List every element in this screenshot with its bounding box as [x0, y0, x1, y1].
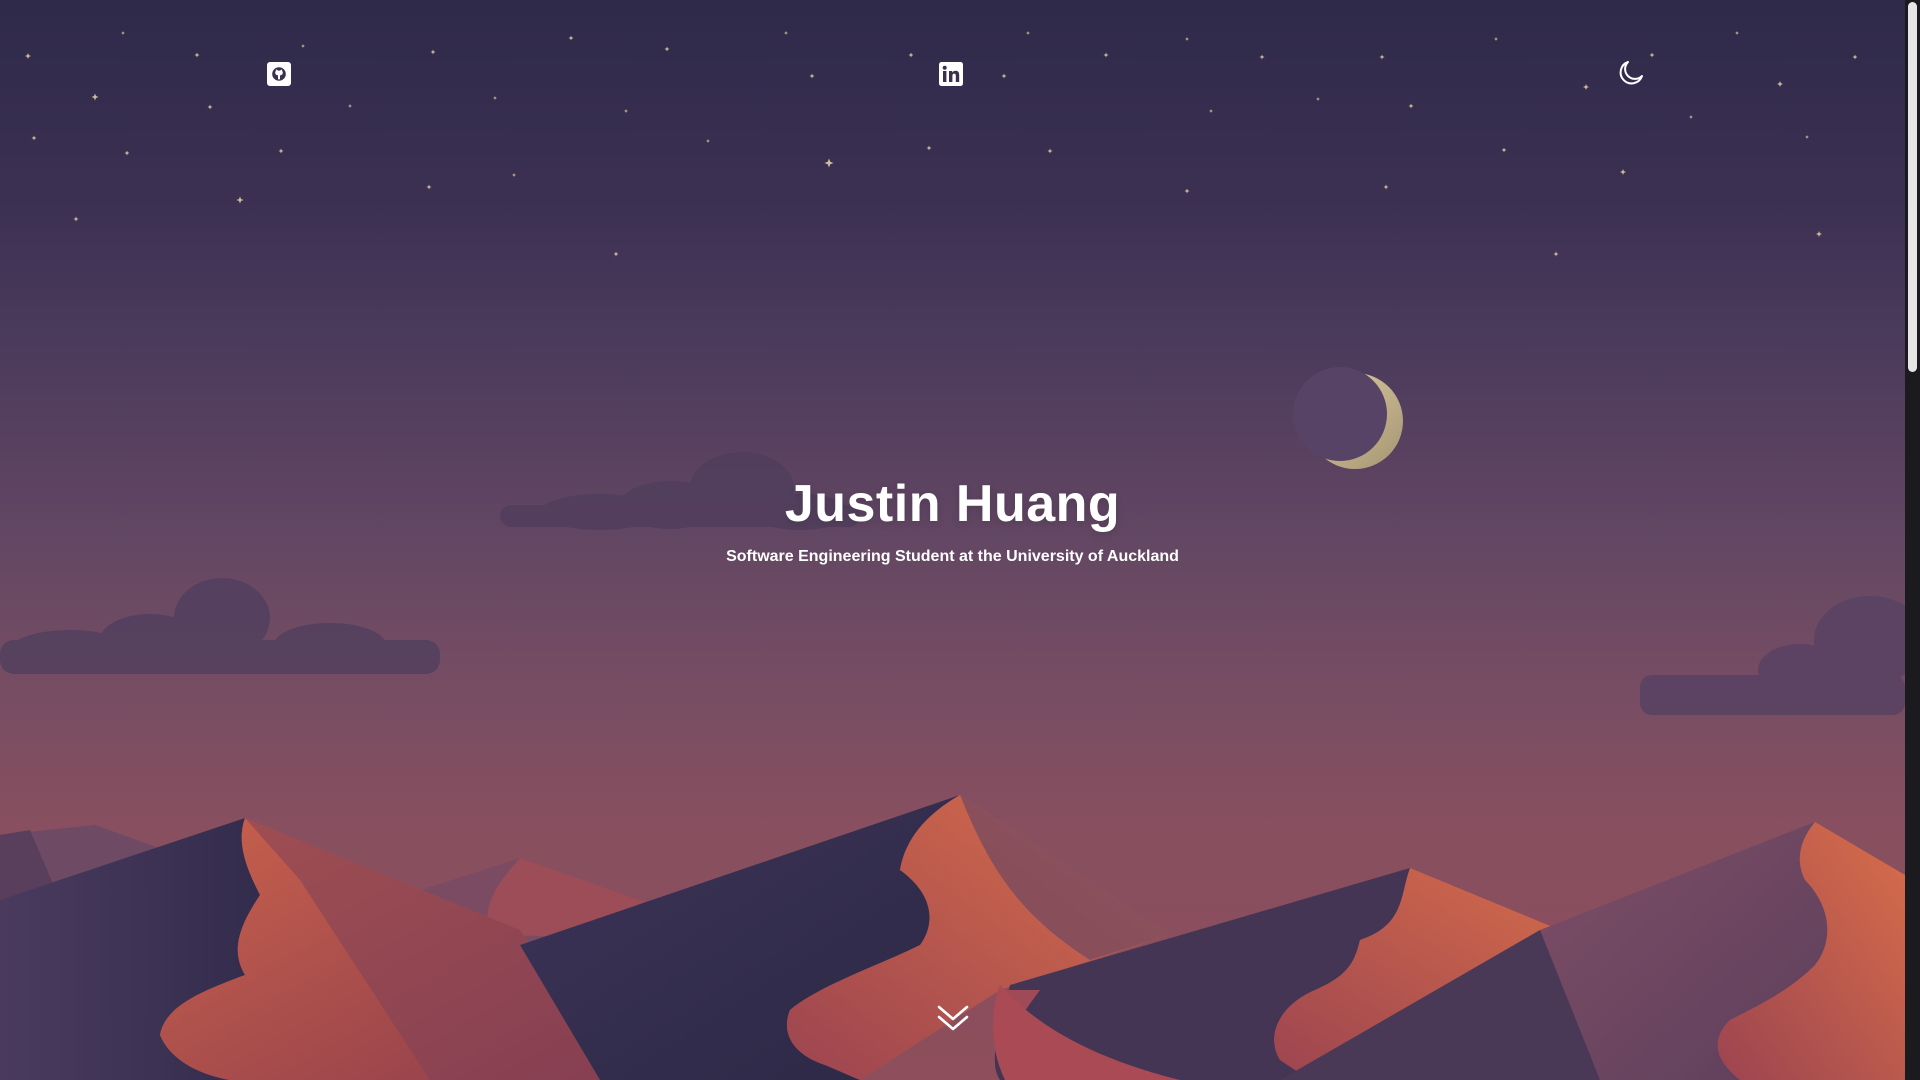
star	[1689, 115, 1693, 119]
star	[1735, 31, 1739, 35]
star	[348, 104, 352, 108]
star	[31, 135, 37, 141]
star	[25, 53, 31, 59]
star	[908, 52, 914, 58]
star	[664, 46, 670, 52]
star	[1494, 37, 1498, 41]
page: Justin Huang Software Engineering Studen…	[0, 0, 1920, 1080]
star	[121, 31, 125, 35]
moon-icon	[1619, 61, 1643, 85]
star	[824, 158, 834, 168]
scroll-down-button[interactable]	[934, 1002, 972, 1036]
star	[1047, 148, 1053, 154]
star	[1316, 97, 1320, 101]
star	[1408, 103, 1414, 109]
star	[1501, 147, 1507, 153]
star	[124, 150, 130, 156]
star	[809, 73, 815, 79]
star	[512, 173, 516, 177]
scrollbar[interactable]	[1905, 0, 1920, 1080]
scrollbar-thumb[interactable]	[1908, 2, 1917, 372]
star	[278, 148, 284, 154]
desert-scene	[0, 31, 1905, 1080]
star	[1805, 135, 1809, 139]
star	[1259, 54, 1265, 60]
star	[926, 145, 932, 151]
star	[493, 96, 497, 100]
star	[1620, 169, 1626, 175]
star	[73, 216, 79, 222]
star	[426, 184, 432, 190]
star	[194, 52, 200, 58]
star	[1103, 52, 1109, 58]
star	[706, 139, 710, 143]
star	[1852, 54, 1858, 60]
star	[1553, 251, 1559, 257]
star	[236, 196, 244, 204]
star	[1209, 109, 1213, 113]
star	[1777, 81, 1783, 87]
star	[1383, 184, 1389, 190]
github-icon	[267, 62, 291, 86]
star	[1026, 31, 1030, 35]
star	[1184, 188, 1190, 194]
star	[1185, 37, 1189, 41]
star	[430, 49, 436, 55]
star	[207, 104, 213, 110]
star	[91, 93, 99, 101]
github-link[interactable]	[264, 59, 294, 89]
star	[624, 109, 628, 113]
theme-toggle-button[interactable]	[1614, 56, 1648, 90]
star	[1001, 73, 1007, 79]
double-chevron-down-icon	[937, 1005, 969, 1031]
crescent-moon	[1293, 367, 1403, 469]
linkedin-link[interactable]	[936, 59, 966, 89]
star	[784, 31, 788, 35]
star	[1379, 54, 1385, 60]
star	[1816, 231, 1822, 237]
linkedin-icon	[939, 62, 963, 86]
star	[613, 251, 619, 257]
star	[568, 35, 574, 41]
star	[1583, 84, 1589, 90]
hero-subtitle: Software Engineering Student at the Univ…	[726, 548, 1179, 565]
hero-name: Justin Huang	[784, 475, 1121, 533]
star	[1649, 52, 1655, 58]
star	[301, 44, 305, 48]
